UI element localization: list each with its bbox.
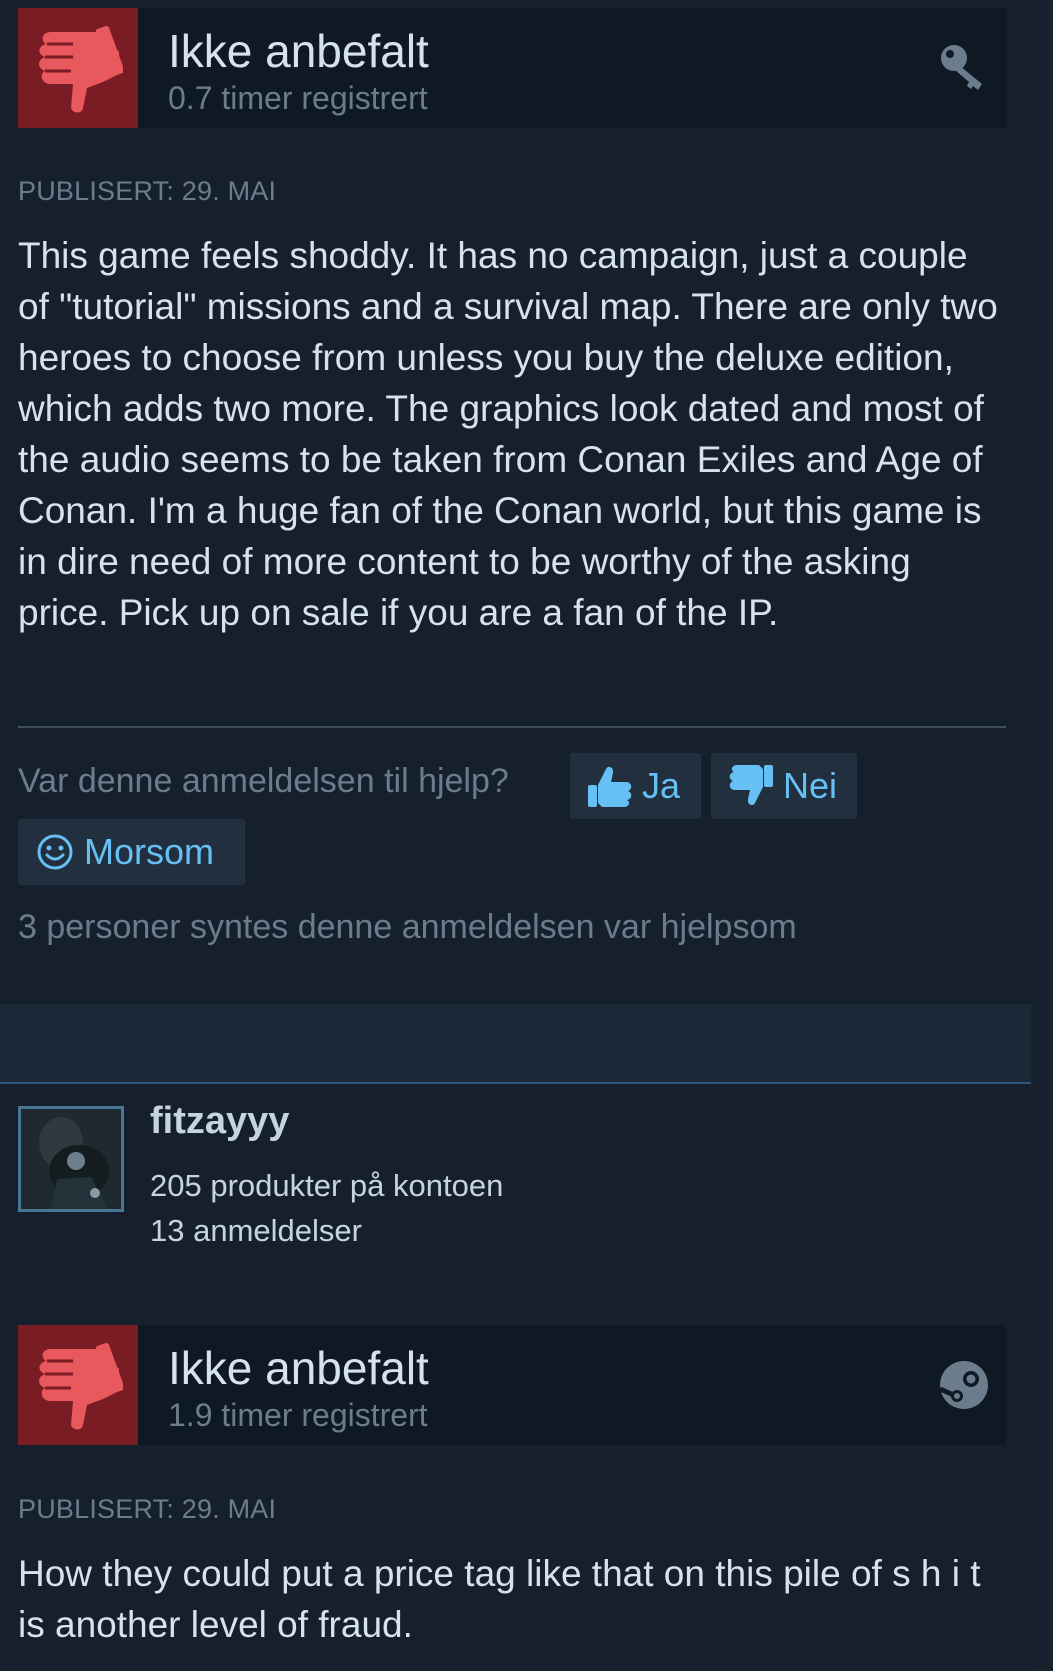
review-card: Ikke anbefalt 0.7 timer registrert PUBLI… — [0, 0, 1031, 1004]
hours-played: 1.9 timer registrert — [168, 1397, 428, 1433]
vote-yes-button[interactable]: Ja — [570, 753, 701, 819]
smiley-icon — [36, 833, 74, 871]
vote-funny-label: Morsom — [84, 831, 215, 872]
thumbs-down-icon — [729, 765, 773, 807]
review-posted-date: PUBLISERT: 29. MAI — [18, 1494, 277, 1524]
hours-played: 0.7 timer registrert — [168, 80, 428, 116]
vote-yes-label: Ja — [642, 765, 681, 806]
author-name[interactable]: fitzayyy — [150, 1100, 289, 1143]
author-review-count[interactable]: 13 anmeldelser — [150, 1213, 362, 1249]
review-vote-header: Ikke anbefalt 0.7 timer registrert — [18, 8, 1006, 128]
vote-no-label: Nei — [783, 765, 838, 806]
vote-funny-button[interactable]: Morsom — [18, 819, 245, 885]
avatar[interactable] — [18, 1106, 124, 1212]
page-scroll-edge — [1031, 0, 1053, 1671]
helpful-count: 3 personer syntes denne anmeldelsen var … — [18, 908, 797, 946]
review-posted-date: PUBLISERT: 29. MAI — [18, 176, 277, 206]
steam-icon — [938, 1359, 990, 1411]
review-divider — [18, 726, 1006, 728]
helpful-question: Var denne anmeldelsen til hjelp? — [18, 762, 509, 800]
vote-no-button[interactable]: Nei — [711, 753, 857, 819]
review-text: This game feels shoddy. It has no campai… — [18, 235, 998, 633]
thumbs-up-icon — [588, 765, 632, 807]
recommendation-title: Ikke anbefalt — [168, 1342, 429, 1394]
thumbs-down-icon — [18, 8, 138, 128]
key-icon — [938, 42, 990, 94]
author-product-count: 205 produkter på kontoen — [150, 1168, 504, 1203]
review-vote-header: Ikke anbefalt 1.9 timer registrert — [18, 1325, 1006, 1445]
review-text: How they could put a price tag like that… — [18, 1553, 981, 1645]
thumbs-down-icon — [18, 1325, 138, 1445]
recommendation-title: Ikke anbefalt — [168, 25, 429, 77]
